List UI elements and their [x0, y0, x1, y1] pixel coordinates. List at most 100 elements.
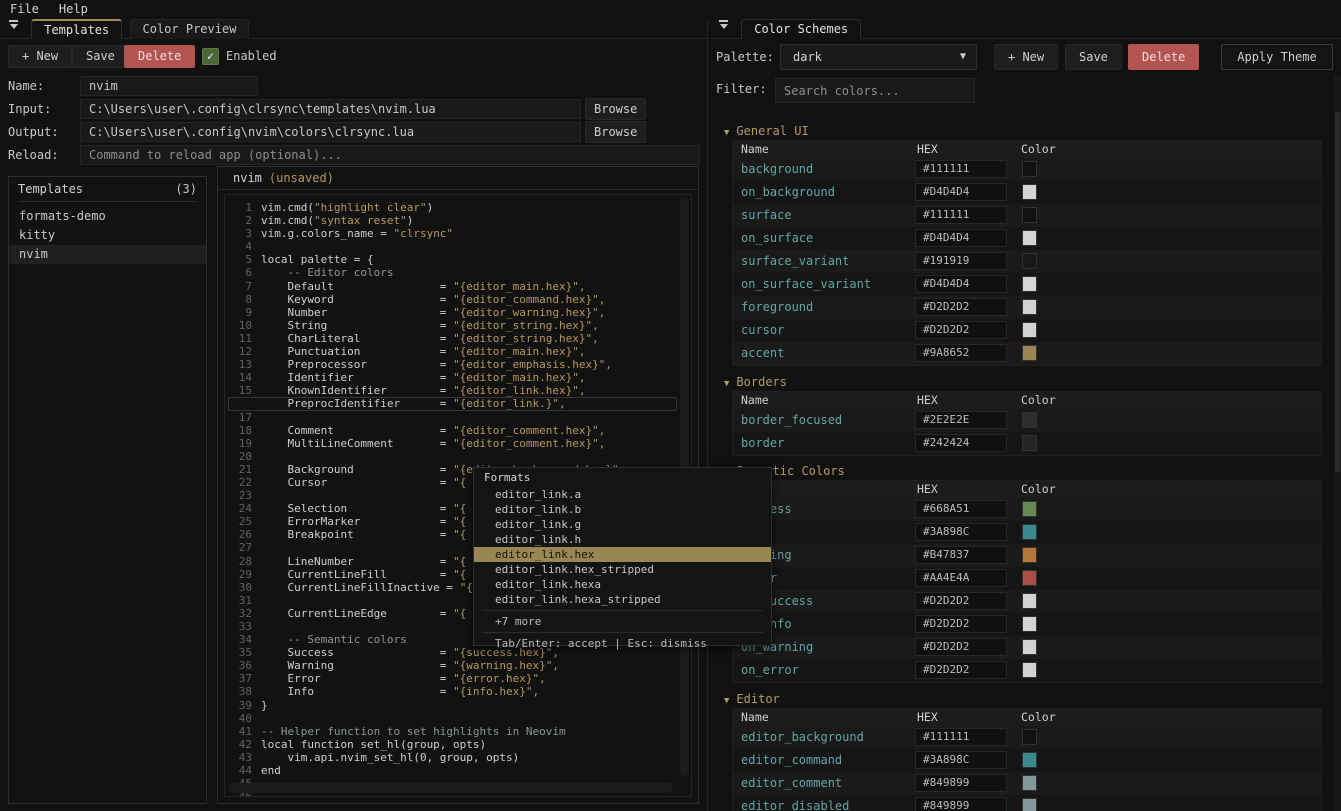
color-swatch[interactable]: [1022, 501, 1037, 517]
code-line[interactable]: 11 CharLiteral = "{editor_string.hex}",: [228, 332, 677, 345]
color-swatch[interactable]: [1022, 775, 1037, 791]
color-swatch[interactable]: [1022, 593, 1037, 609]
new-template-button[interactable]: + New: [8, 45, 72, 68]
color-row-info[interactable]: info#3A898C: [733, 521, 1321, 544]
color-row-background[interactable]: background#111111: [733, 158, 1321, 181]
color-row-border_focused[interactable]: border_focused#2E2E2E: [733, 409, 1321, 432]
color-row-surface_variant[interactable]: surface_variant#191919: [733, 250, 1321, 273]
code-line[interactable]: 44end: [228, 764, 677, 777]
template-item-nvim[interactable]: nvim: [9, 245, 206, 264]
popup-item-editor_link.hexa_stripped[interactable]: editor_link.hexa_stripped: [474, 592, 771, 607]
hex-value-field[interactable]: #111111: [915, 728, 1007, 746]
code-line[interactable]: 5local palette = {: [228, 253, 677, 266]
color-row-on_error[interactable]: on_error#D2D2D2: [733, 659, 1321, 682]
hex-value-field[interactable]: #D2D2D2: [915, 298, 1007, 316]
color-row-on_info[interactable]: on_info#D2D2D2: [733, 613, 1321, 636]
hex-value-field[interactable]: #668A51: [915, 500, 1007, 518]
output-browse-button[interactable]: Browse: [585, 121, 646, 143]
hex-value-field[interactable]: #111111: [915, 206, 1007, 224]
hex-value-field[interactable]: #B47837: [915, 546, 1007, 564]
color-swatch[interactable]: [1022, 639, 1037, 655]
color-swatch[interactable]: [1022, 322, 1037, 338]
code-line[interactable]: 18 Comment = "{editor_comment.hex}",: [228, 424, 677, 437]
color-row-on_success[interactable]: on_success#D2D2D2: [733, 590, 1321, 613]
color-swatch[interactable]: [1022, 570, 1037, 586]
color-row-success[interactable]: success#668A51: [733, 498, 1321, 521]
hex-value-field[interactable]: #D4D4D4: [915, 183, 1007, 201]
tab-color-schemes[interactable]: Color Schemes: [741, 19, 861, 39]
color-row-editor_comment[interactable]: editor_comment#849899: [733, 772, 1321, 795]
color-swatch[interactable]: [1022, 345, 1037, 361]
hex-value-field[interactable]: #191919: [915, 252, 1007, 270]
hex-value-field[interactable]: #D4D4D4: [915, 229, 1007, 247]
enabled-checkbox[interactable]: ✓: [202, 48, 219, 65]
code-line[interactable]: 38 Info = "{info.hex}",: [228, 685, 677, 698]
color-swatch[interactable]: [1022, 798, 1037, 811]
popup-item-editor_link.h[interactable]: editor_link.h: [474, 532, 771, 547]
code-line[interactable]: 9 Number = "{editor_warning.hex}",: [228, 306, 677, 319]
save-palette-button[interactable]: Save: [1065, 44, 1122, 70]
hex-value-field[interactable]: #D4D4D4: [915, 275, 1007, 293]
code-line[interactable]: 40: [228, 712, 677, 725]
new-palette-button[interactable]: + New: [994, 44, 1058, 70]
color-row-error[interactable]: error#AA4E4A: [733, 567, 1321, 590]
color-row-editor_background[interactable]: editor_background#111111: [733, 726, 1321, 749]
color-row-warning[interactable]: warning#B47837: [733, 544, 1321, 567]
collapse-panel-icon[interactable]: [717, 19, 730, 32]
hex-value-field[interactable]: #D2D2D2: [915, 592, 1007, 610]
code-line[interactable]: 6 -- Editor colors: [228, 266, 677, 279]
apply-theme-button[interactable]: Apply Theme: [1221, 44, 1333, 70]
hex-value-field[interactable]: #D2D2D2: [915, 615, 1007, 633]
tab-templates[interactable]: Templates: [31, 19, 122, 39]
code-line[interactable]: 19 MultiLineComment = "{editor_comment.h…: [228, 437, 677, 450]
popup-item-editor_link.g[interactable]: editor_link.g: [474, 517, 771, 532]
color-row-on_warning[interactable]: on_warning#D2D2D2: [733, 636, 1321, 659]
hex-value-field[interactable]: #111111: [915, 160, 1007, 178]
color-row-border[interactable]: border#242424: [733, 432, 1321, 455]
output-path-field[interactable]: [80, 122, 581, 142]
color-swatch[interactable]: [1022, 184, 1037, 200]
right-panel-scrollbar[interactable]: [1334, 76, 1341, 811]
code-line[interactable]: 37 Error = "{error.hex}",: [228, 672, 677, 685]
popup-more-indicator[interactable]: +7 more: [474, 614, 771, 629]
code-line[interactable]: 4: [228, 240, 677, 253]
popup-item-editor_link.a[interactable]: editor_link.a: [474, 487, 771, 502]
delete-palette-button[interactable]: Delete: [1128, 44, 1199, 70]
color-swatch[interactable]: [1022, 547, 1037, 563]
section-collapse-icon[interactable]: ▼: [724, 128, 729, 138]
popup-item-editor_link.b[interactable]: editor_link.b: [474, 502, 771, 517]
color-row-editor_disabled[interactable]: editor_disabled#849899: [733, 795, 1321, 811]
code-line[interactable]: 13 Preprocessor = "{editor_emphasis.hex}…: [228, 358, 677, 371]
code-line[interactable]: 20: [228, 450, 677, 463]
color-swatch[interactable]: [1022, 161, 1037, 177]
menu-file[interactable]: File: [0, 0, 49, 18]
color-row-foreground[interactable]: foreground#D2D2D2: [733, 296, 1321, 319]
code-line[interactable]: 36 Warning = "{warning.hex}",: [228, 659, 677, 672]
hex-value-field[interactable]: #2E2E2E: [915, 411, 1007, 429]
hex-value-field[interactable]: #D2D2D2: [915, 661, 1007, 679]
hex-value-field[interactable]: #849899: [915, 797, 1007, 811]
code-line[interactable]: 2vim.cmd("syntax reset"): [228, 214, 677, 227]
color-row-surface[interactable]: surface#111111: [733, 204, 1321, 227]
color-row-on_surface[interactable]: on_surface#D4D4D4: [733, 227, 1321, 250]
hex-value-field[interactable]: #849899: [915, 774, 1007, 792]
save-template-button[interactable]: Save: [72, 45, 129, 68]
code-line[interactable]: 8 Keyword = "{editor_command.hex}",: [228, 293, 677, 306]
hex-value-field[interactable]: #AA4E4A: [915, 569, 1007, 587]
input-browse-button[interactable]: Browse: [585, 98, 646, 120]
color-row-on_surface_variant[interactable]: on_surface_variant#D4D4D4: [733, 273, 1321, 296]
code-line[interactable]: 42local function set_hl(group, opts): [228, 738, 677, 751]
template-item-kitty[interactable]: kitty: [9, 226, 206, 245]
color-swatch[interactable]: [1022, 230, 1037, 246]
palette-dropdown[interactable]: dark ▼: [780, 44, 977, 70]
popup-item-editor_link.hex_stripped[interactable]: editor_link.hex_stripped: [474, 562, 771, 577]
section-collapse-icon[interactable]: ▼: [724, 696, 729, 706]
hex-value-field[interactable]: #D2D2D2: [915, 638, 1007, 656]
color-swatch[interactable]: [1022, 616, 1037, 632]
hex-value-field[interactable]: #D2D2D2: [915, 321, 1007, 339]
tab-color-preview[interactable]: Color Preview: [130, 19, 250, 39]
menu-help[interactable]: Help: [49, 0, 98, 18]
popup-item-editor_link.hex[interactable]: editor_link.hex: [474, 547, 771, 562]
color-swatch[interactable]: [1022, 253, 1037, 269]
collapse-panel-icon[interactable]: [7, 19, 20, 32]
